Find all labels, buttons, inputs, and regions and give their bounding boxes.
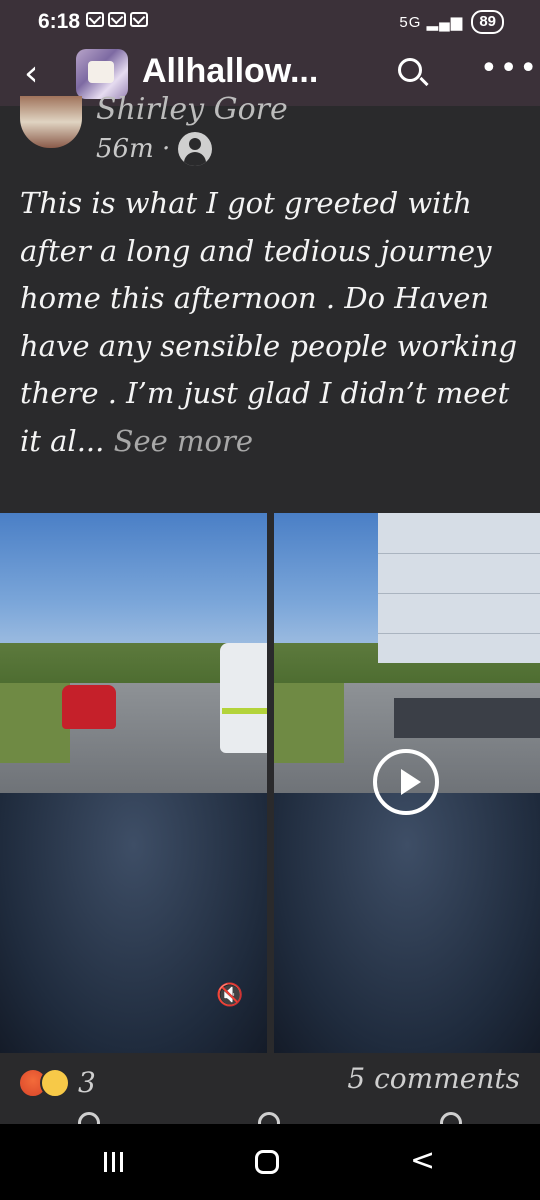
- mail-icon: [86, 12, 104, 27]
- caravan: [378, 513, 540, 663]
- mail-icon: [108, 12, 126, 27]
- back-arrow-icon[interactable]: ‹: [24, 56, 38, 92]
- post-time[interactable]: 56m ·: [96, 134, 170, 164]
- system-nav-bar: <: [0, 1124, 540, 1200]
- reaction-count: 3: [78, 1066, 96, 1099]
- signal-icon: 5G ▂▄▆: [399, 14, 464, 31]
- recents-icon[interactable]: [104, 1152, 123, 1172]
- post-media: 🔇: [0, 513, 540, 1053]
- status-time: 6:18: [38, 10, 81, 33]
- status-bar: 6:18 5G ▂▄▆ 89: [0, 0, 540, 44]
- post-text: This is what I got greeted with after a …: [20, 180, 525, 465]
- author-avatar[interactable]: [20, 96, 82, 148]
- battery-icon: 89: [471, 10, 504, 34]
- status-right: 5G ▂▄▆ 89: [399, 10, 504, 34]
- audience-icon: [178, 132, 212, 166]
- home-icon[interactable]: [255, 1150, 279, 1174]
- video-left[interactable]: 🔇: [0, 513, 267, 1053]
- author-name[interactable]: Shirley Gore: [96, 92, 288, 127]
- truck: [394, 698, 540, 738]
- see-more-link[interactable]: See more: [114, 424, 253, 458]
- comments-count[interactable]: 5 comments: [347, 1062, 520, 1095]
- more-options-icon[interactable]: •••: [480, 54, 539, 84]
- nav-back-icon[interactable]: <: [410, 1146, 435, 1176]
- search-icon[interactable]: [398, 58, 422, 82]
- mail-icon: [130, 12, 148, 27]
- video-right[interactable]: [274, 513, 540, 1053]
- dashboard: [0, 793, 267, 1053]
- reactions[interactable]: 3: [18, 1066, 96, 1099]
- play-icon[interactable]: [373, 749, 439, 815]
- post-body: This is what I got greeted with after a …: [20, 186, 518, 458]
- notification-icons: [86, 12, 148, 27]
- red-car: [62, 685, 116, 729]
- group-title[interactable]: Allhallow...: [142, 52, 318, 91]
- sad-reaction-icon: [40, 1067, 70, 1098]
- dashboard: [274, 793, 540, 1053]
- muted-speaker-icon[interactable]: 🔇: [216, 983, 250, 1013]
- van: [220, 643, 267, 753]
